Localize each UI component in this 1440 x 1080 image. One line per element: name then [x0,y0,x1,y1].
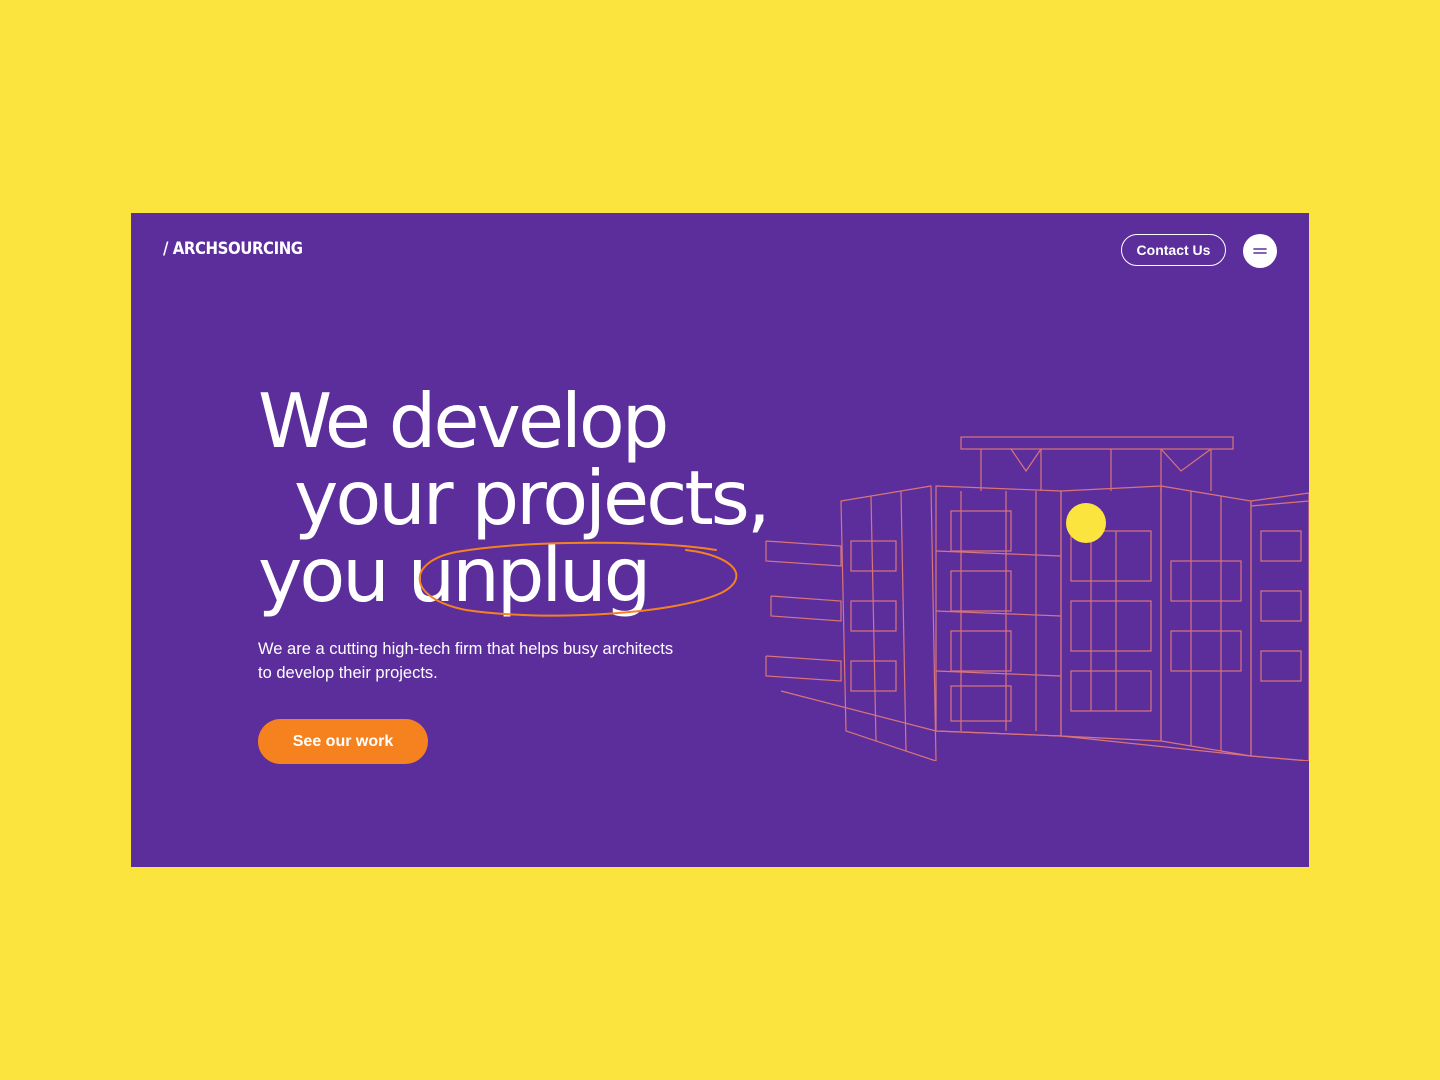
headline-line-1: We develop [258,377,669,465]
hero-description: We are a cutting high-tech firm that hel… [258,640,674,682]
contact-us-button[interactable]: Contact Us [1121,234,1226,266]
hand-drawn-oval-highlight [418,541,738,617]
headline-line-2: your projects, [294,454,771,542]
hamburger-menu-icon [1253,248,1267,254]
see-our-work-button[interactable]: See our work [258,719,428,764]
brand-logo[interactable]: / ARCHSOURCING [163,239,303,259]
menu-button[interactable] [1243,234,1277,268]
building-wireframe-illustration [765,436,1309,761]
hero-panel: / ARCHSOURCING Contact Us We develop you… [131,213,1309,867]
headline-word-you: you [258,531,390,619]
yellow-dot-marker [1066,503,1106,543]
